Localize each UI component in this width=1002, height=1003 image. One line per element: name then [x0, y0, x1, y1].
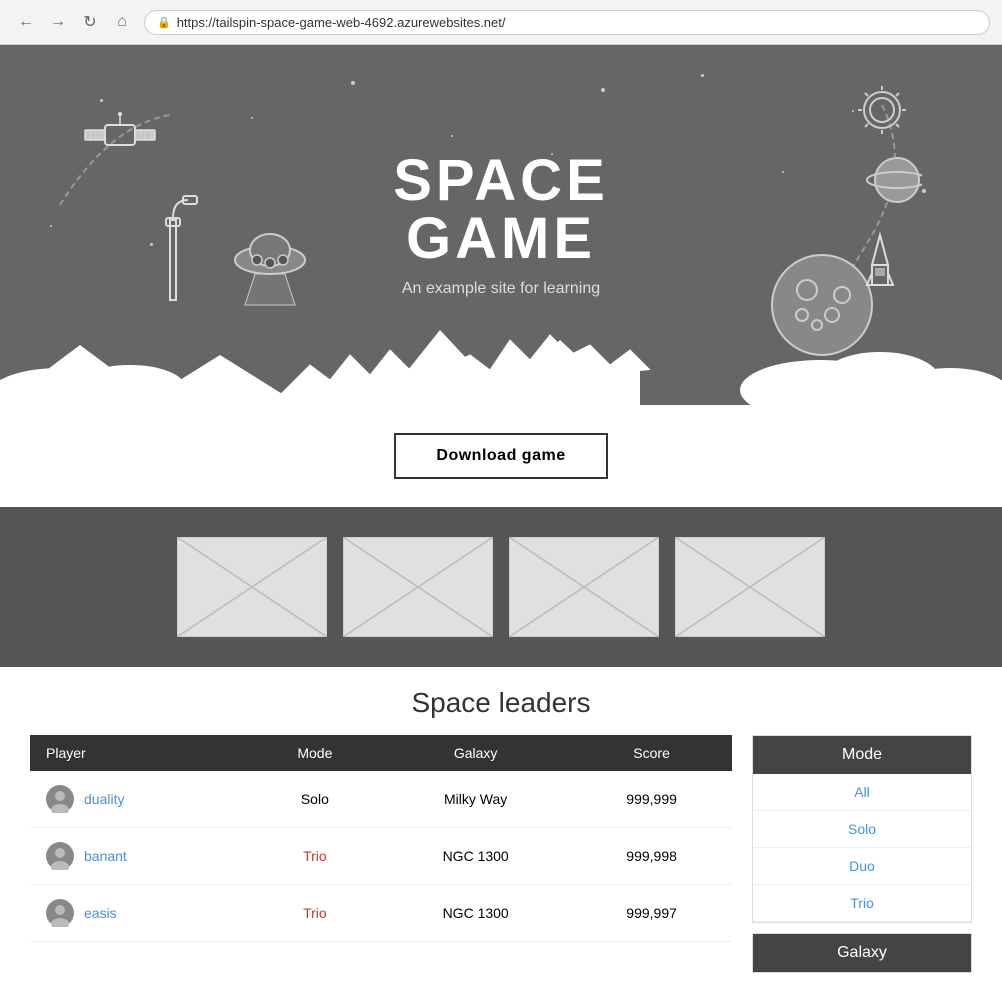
screenshot-3 [509, 537, 659, 637]
hero-title-line2: GAME [406, 206, 596, 271]
nav-buttons: ← → ↻ ⌂ [12, 8, 136, 36]
table-row: banant Trio NGC 1300 999,998 [30, 828, 732, 885]
mode-filter-solo[interactable]: Solo [753, 811, 971, 848]
mode-filter-duo[interactable]: Duo [753, 848, 971, 885]
leaderboard-section: Space leaders Player Mode Galaxy Score [0, 667, 1002, 1003]
player-cell: banant [30, 828, 250, 885]
table-row: easis Trio NGC 1300 999,997 [30, 885, 732, 942]
screenshots-section [0, 507, 1002, 667]
galaxy-cell: Milky Way [380, 771, 571, 828]
url-text: https://tailspin-space-game-web-4692.azu… [177, 15, 506, 30]
screenshot-1 [177, 537, 327, 637]
star [251, 117, 253, 119]
sidebar: Mode All Solo Duo Trio Galaxy [752, 735, 972, 983]
player-link[interactable]: easis [84, 905, 117, 921]
hero-title-line1: SPACE [393, 148, 609, 213]
galaxy-filter-section: Galaxy [752, 933, 972, 973]
content-area: Player Mode Galaxy Score duality [30, 735, 972, 983]
mode-cell: Trio [250, 828, 380, 885]
hero-section: SPACE GAME An example site for learning [0, 45, 1002, 405]
mode-cell: Trio [250, 885, 380, 942]
player-cell: duality [30, 771, 250, 828]
space-illustrations-right [722, 85, 922, 370]
galaxy-cell: NGC 1300 [380, 828, 571, 885]
star [451, 135, 453, 137]
mode-cell: Solo [250, 771, 380, 828]
star [701, 74, 704, 77]
browser-chrome: ← → ↻ ⌂ 🔒 https://tailspin-space-game-we… [0, 0, 1002, 45]
player-cell: easis [30, 885, 250, 942]
score-cell: 999,998 [571, 828, 732, 885]
score-cell: 999,997 [571, 885, 732, 942]
player-link[interactable]: banant [84, 848, 127, 864]
col-header-mode: Mode [250, 735, 380, 771]
col-header-player: Player [30, 735, 250, 771]
galaxy-filter-header: Galaxy [753, 934, 971, 972]
player-avatar [46, 842, 74, 870]
home-button[interactable]: ⌂ [108, 8, 136, 36]
screenshot-4 [675, 537, 825, 637]
star [601, 88, 605, 92]
hero-subtitle: An example site for learning [402, 280, 600, 298]
col-header-score: Score [571, 735, 732, 771]
mode-filter-section: Mode All Solo Duo Trio [752, 735, 972, 923]
star [922, 189, 926, 193]
mode-filter-trio[interactable]: Trio [753, 885, 971, 922]
address-bar[interactable]: 🔒 https://tailspin-space-game-web-4692.a… [144, 10, 990, 35]
player-avatar [46, 785, 74, 813]
star [100, 99, 103, 102]
score-cell: 999,999 [571, 771, 732, 828]
download-button[interactable]: Download game [394, 433, 607, 479]
hero-title: SPACE GAME [393, 152, 609, 268]
star [351, 81, 355, 85]
hero-content: SPACE GAME An example site for learning [393, 152, 609, 298]
screenshot-2 [343, 537, 493, 637]
forward-button[interactable]: → [44, 8, 72, 36]
table-row: duality Solo Milky Way 999,999 [30, 771, 732, 828]
ufo-lamppost-illustration [160, 190, 340, 315]
refresh-button[interactable]: ↻ [76, 8, 104, 36]
star [150, 243, 153, 246]
mode-filter-all[interactable]: All [753, 774, 971, 811]
section-title: Space leaders [30, 687, 972, 719]
col-header-galaxy: Galaxy [380, 735, 571, 771]
download-section: Download game [0, 405, 1002, 507]
player-avatar [46, 899, 74, 927]
back-button[interactable]: ← [12, 8, 40, 36]
galaxy-cell: NGC 1300 [380, 885, 571, 942]
mode-filter-header: Mode [753, 736, 971, 774]
lock-icon: 🔒 [157, 16, 171, 29]
player-link[interactable]: duality [84, 791, 124, 807]
leaderboard-table: Player Mode Galaxy Score duality [30, 735, 732, 942]
